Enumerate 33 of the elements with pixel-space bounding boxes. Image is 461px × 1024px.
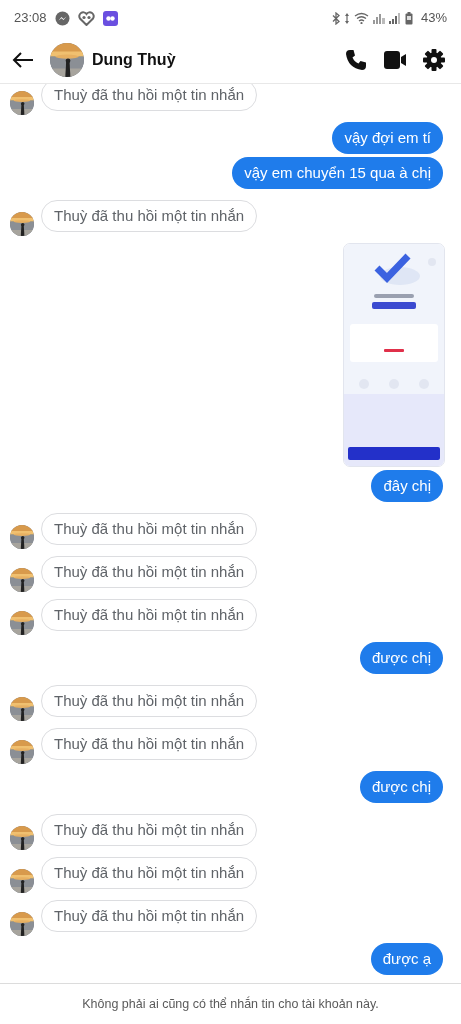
message-bubble: Thuỳ đã thu hồi một tin nhắn [41,84,258,111]
message-bubble: Thuỳ đã thu hồi một tin nhắn [41,728,258,760]
battery-level: 43% [420,9,447,28]
message-bubble: được chị [359,642,443,674]
message-bubble: được ạ [370,943,443,975]
footer-notice: Không phải ai cũng có thể nhắn tin cho tài khoản này. [82,995,379,1013]
app-icon [102,10,118,26]
message-bubble: được chị [359,771,443,803]
message-bubble: vậy em chuyển 15 qua à chị [232,157,443,189]
message-bubble: Thuỳ đã thu hồi một tin nhắn [41,599,258,631]
message-bubble: Thuỳ đã thu hồi một tin nhắn [41,685,258,717]
message-bubble: Thuỳ đã thu hồi một tin nhắn [41,513,258,545]
message-bubble: Thuỳ đã thu hồi một tin nhắn [41,556,258,588]
contact-name: Dung Thuỳ [92,49,176,70]
bluetooth-icon [331,11,340,25]
signal-icon [388,12,401,24]
video-camera-icon[interactable] [383,49,407,70]
message-bubble: vậy đợi em tí [332,122,443,154]
data-arrows-icon [343,11,350,25]
phone-icon[interactable] [345,48,367,71]
signal-icon [372,12,385,24]
message-bubble: Thuỳ đã thu hồi một tin nhắn [41,200,258,232]
message-bubble: Thuỳ đã thu hồi một tin nhắn [41,857,258,889]
back-icon[interactable] [12,50,34,69]
message-bubble: Thuỳ đã thu hồi một tin nhắn [41,900,258,932]
message-bubble: đây chị [371,470,443,502]
battery-icon [404,11,413,25]
status-time: 23:08 [14,9,47,28]
wifi-icon [353,12,369,24]
messenger-icon [54,10,70,26]
message-bubble: Thuỳ đã thu hồi một tin nhắn [41,814,258,846]
heart-icon [77,10,95,26]
settings-icon[interactable] [423,48,445,71]
